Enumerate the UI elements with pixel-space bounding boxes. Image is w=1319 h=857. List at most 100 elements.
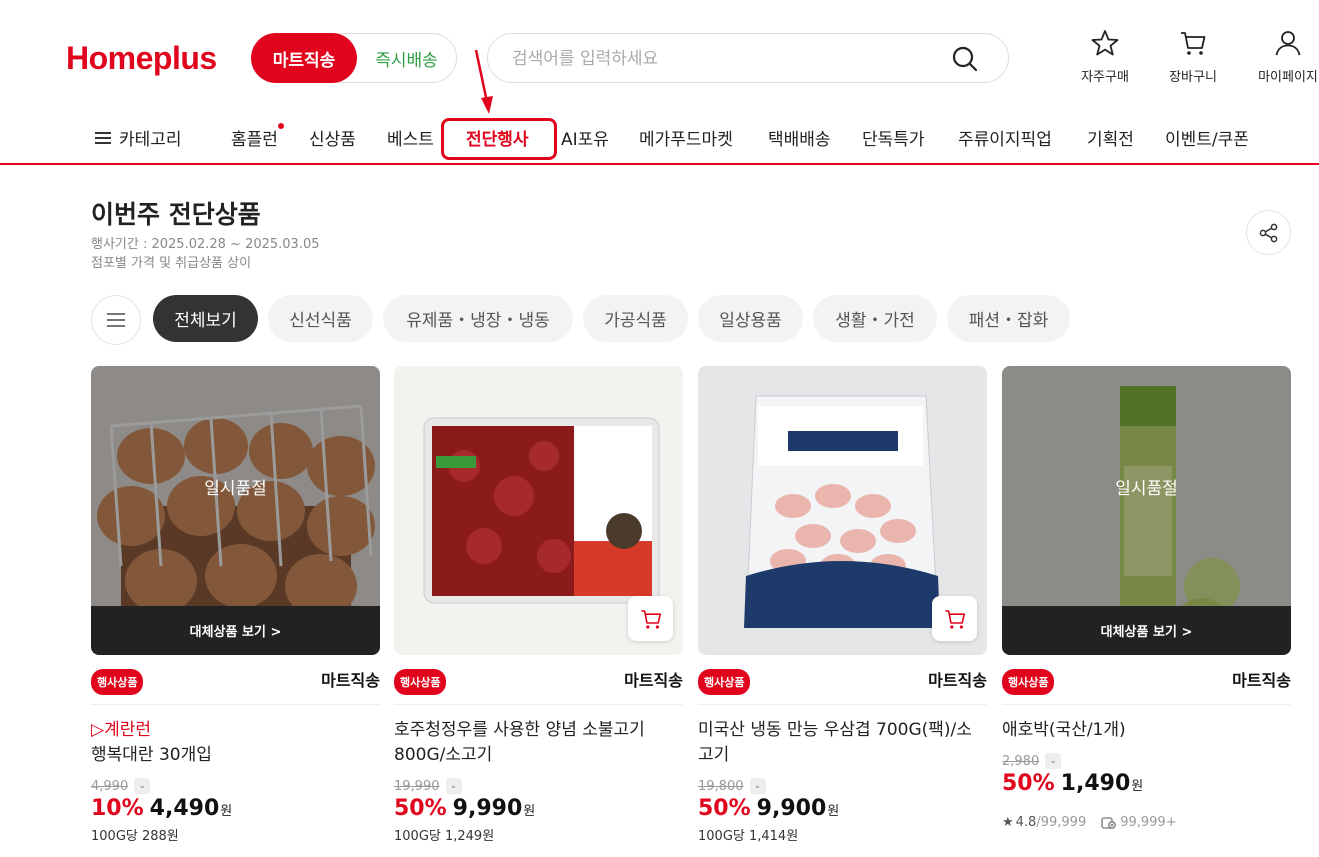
discount-rate: 50% <box>394 796 447 821</box>
nav-liquor-pickup[interactable]: 주류이지픽업 <box>958 125 1052 150</box>
nav-mega-food-market[interactable]: 메가푸드마켓 <box>639 125 733 150</box>
alternative-product-button[interactable]: 대체상품 보기 > <box>91 606 380 655</box>
price-value: 4,490 <box>149 796 220 821</box>
instant-delivery-tab[interactable]: 즉시배송 <box>357 46 456 71</box>
badge-row: 행사상품 마트직송 <box>1002 655 1291 705</box>
star-icon <box>1091 30 1119 56</box>
original-price: 2,980 ⌄ <box>1002 753 1291 769</box>
cart-icon <box>1181 32 1206 55</box>
sale-price: 50% 1,490 원 <box>1002 771 1291 796</box>
nav-homeplus-run[interactable]: 홈플런 <box>231 123 284 150</box>
unit-price: 100G당 288원 <box>91 829 179 844</box>
shipping-type: 마트직송 <box>321 671 380 690</box>
price-value: 9,900 <box>756 796 827 821</box>
price-value: 1,490 <box>1060 771 1131 796</box>
search-bar <box>487 33 1009 83</box>
product-tag: ▷계란런 <box>91 720 151 740</box>
product-name[interactable]: 애호박(국산/1개) <box>1002 718 1291 743</box>
category-menu-button[interactable]: 카테고리 <box>95 125 182 150</box>
product-name[interactable]: 미국산 냉동 만능 우삼겹 700G(팩)/소고기 <box>698 718 987 768</box>
search-input[interactable] <box>512 46 932 72</box>
filter-chip-daily[interactable]: 일상용품 <box>698 295 803 342</box>
filter-chip-dairy-frozen[interactable]: 유제품・냉장・냉동 <box>383 295 573 342</box>
page-title: 이번주 전단상품 <box>91 200 261 229</box>
event-badge: 행사상품 <box>1002 669 1055 695</box>
currency-unit: 원 <box>220 804 233 819</box>
chevron-down-icon[interactable]: ⌄ <box>445 778 462 794</box>
soldout-overlay: 일시품절 <box>91 366 380 606</box>
nav-exclusive-deal[interactable]: 단독특가 <box>862 125 925 150</box>
nav-ai-for-you[interactable]: AI포유 <box>561 125 609 150</box>
cart-icon <box>640 609 661 629</box>
filter-chip-processed[interactable]: 가공식품 <box>583 295 688 342</box>
nav-best[interactable]: 베스트 <box>387 125 434 150</box>
annotation-highlight-box <box>441 118 557 160</box>
alternative-product-button[interactable]: 대체상품 보기 > <box>1002 606 1291 655</box>
filter-chip-fresh[interactable]: 신선식품 <box>268 295 373 342</box>
chevron-down-icon[interactable]: ⌄ <box>749 778 766 794</box>
original-price: 4,990 ⌄ <box>91 778 380 794</box>
product-image[interactable]: 일시품절 대체상품 보기 > <box>1002 366 1291 655</box>
event-period: 행사기간 : 2025.02.28 ~ 2025.03.05 <box>91 237 320 252</box>
soldout-overlay: 일시품절 <box>1002 366 1291 606</box>
share-button[interactable] <box>1246 210 1291 255</box>
badge-row: 행사상품 마트직송 <box>394 655 683 705</box>
product-image[interactable] <box>698 366 987 655</box>
product-name[interactable]: 호주청정우를 사용한 양념 소불고기 800G/소고기 <box>394 718 683 768</box>
add-to-cart-button[interactable] <box>932 596 977 641</box>
hamburger-icon <box>95 129 111 147</box>
wishlist-icon <box>1101 817 1117 829</box>
filter-chip-fashion[interactable]: 패션・잡화 <box>947 295 1070 342</box>
price-value: 9,990 <box>452 796 523 821</box>
product-name[interactable]: ▷계란런 행복대란 30개입 <box>91 718 380 768</box>
product-card[interactable]: 행사상품 마트직송 호주청정우를 사용한 양념 소불고기 800G/소고기 19… <box>394 366 683 844</box>
annotation-arrow-icon <box>474 49 493 114</box>
product-card[interactable]: 일시품절 대체상품 보기 > 행사상품 마트직송 애호박(국산/1개) 2,98… <box>1002 366 1291 830</box>
mypage-link[interactable]: 마이페이지 <box>1248 28 1319 85</box>
original-price: 19,990 ⌄ <box>394 778 683 794</box>
nav-parcel-delivery[interactable]: 택배배송 <box>768 125 831 150</box>
mart-delivery-tab[interactable]: 마트직송 <box>251 33 357 83</box>
delivery-mode-toggle[interactable]: 마트직송 즉시배송 <box>251 33 457 83</box>
homeplus-logo[interactable]: Homeplus <box>66 40 217 77</box>
original-price: 19,800 ⌄ <box>698 778 987 794</box>
favorites-link[interactable]: 자주구매 <box>1065 28 1145 85</box>
cart-link[interactable]: 장바구니 <box>1153 28 1233 85</box>
event-badge: 행사상품 <box>91 669 144 695</box>
product-image[interactable]: 일시품절 대체상품 보기 > <box>91 366 380 655</box>
product-card[interactable]: 일시품절 대체상품 보기 > 행사상품 마트직송 ▷계란런 행복대란 30개입 … <box>91 366 380 844</box>
nav-event-coupon[interactable]: 이벤트/쿠폰 <box>1165 125 1249 150</box>
filter-menu-button[interactable] <box>91 295 141 345</box>
event-badge: 행사상품 <box>698 669 751 695</box>
nav-exhibition[interactable]: 기획전 <box>1087 125 1134 150</box>
badge-row: 행사상품 마트직송 <box>698 655 987 705</box>
wish-count: 99,999+ <box>1120 814 1177 830</box>
list-icon <box>107 309 125 331</box>
chevron-down-icon[interactable]: ⌄ <box>134 778 151 794</box>
add-to-cart-button[interactable] <box>628 596 673 641</box>
filter-chip-all[interactable]: 전체보기 <box>153 295 258 342</box>
new-dot-icon <box>277 123 284 129</box>
product-image[interactable] <box>394 366 683 655</box>
product-card[interactable]: 행사상품 마트직송 미국산 냉동 만능 우삼겹 700G(팩)/소고기 19,8… <box>698 366 987 844</box>
badge-row: 행사상품 마트직송 <box>91 655 380 705</box>
currency-unit: 원 <box>523 804 536 819</box>
chevron-down-icon[interactable]: ⌄ <box>1045 753 1062 769</box>
user-icon <box>1275 31 1301 56</box>
search-icon[interactable] <box>950 44 980 74</box>
discount-rate: 50% <box>1002 771 1055 796</box>
currency-unit: 원 <box>827 804 840 819</box>
unit-price: 100G당 1,414원 <box>698 829 799 844</box>
main-navigation: 카테고리 홈플런 신상품 베스트 전단행사 AI포유 메가푸드마켓 택배배송 단… <box>0 115 1319 165</box>
sale-price: 50% 9,900 원 <box>698 796 987 821</box>
nav-new-products[interactable]: 신상품 <box>309 125 356 150</box>
star-icon: ★ <box>1002 814 1014 830</box>
discount-rate: 50% <box>698 796 751 821</box>
store-notice: 점포별 가격 및 취급상품 상이 <box>91 256 252 271</box>
sale-price: 50% 9,990 원 <box>394 796 683 821</box>
shipping-type: 마트직송 <box>928 671 987 690</box>
sale-price: 10% 4,490 원 <box>91 796 380 821</box>
currency-unit: 원 <box>1131 779 1144 794</box>
discount-rate: 10% <box>91 796 144 821</box>
filter-chip-living[interactable]: 생활・가전 <box>813 295 937 342</box>
